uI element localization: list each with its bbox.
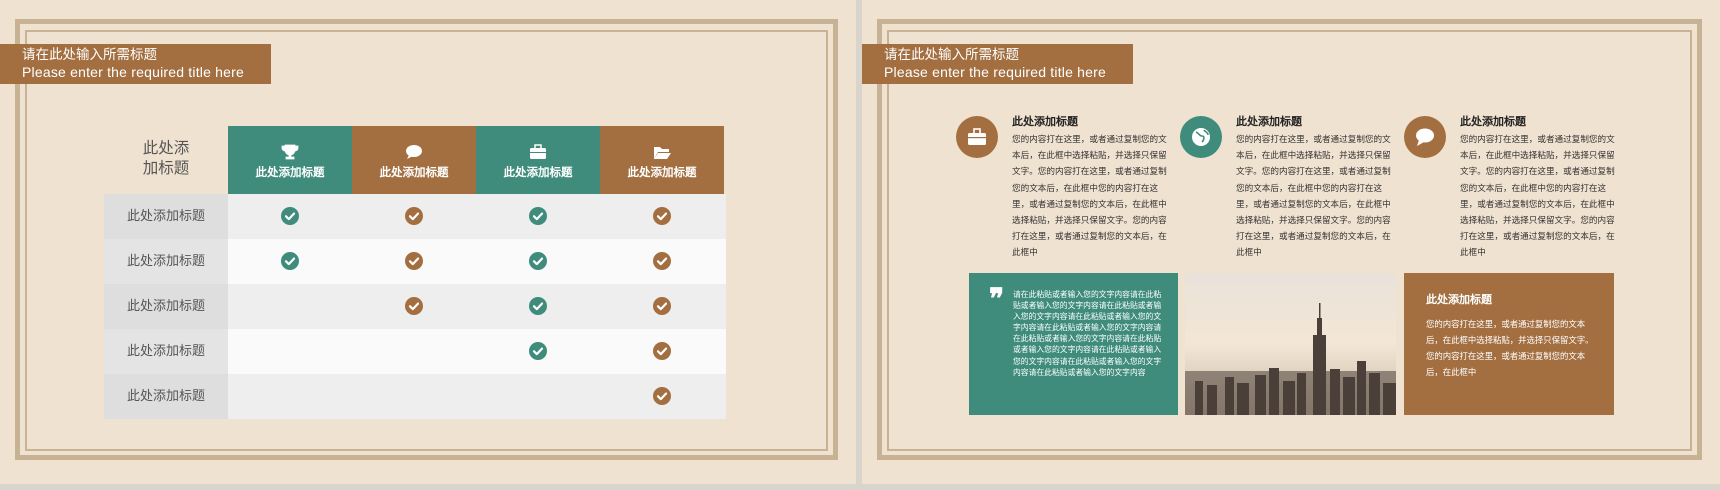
row-cells — [228, 239, 726, 284]
row-label: 此处添加标题 — [104, 374, 228, 419]
info-box: 此处添加标题 您的内容打在这里，或者通过复制您的文本后，在此框中选择粘贴，并选择… — [1404, 273, 1614, 415]
column-header-label: 此处添加标题 — [379, 165, 449, 179]
row-label: 此处添加标题 — [104, 284, 228, 329]
column-header-label: 此处添加标题 — [627, 165, 697, 179]
check-icon — [653, 387, 671, 405]
table-row: 此处添加标题 — [104, 374, 726, 419]
title-band[interactable]: 请在此处输入所需标题 Please enter the required tit… — [862, 44, 1133, 84]
title-cn: 请在此处输入所需标题 — [22, 47, 157, 63]
city-skyline-image — [1185, 273, 1396, 415]
row-cells — [228, 284, 726, 329]
check-icon — [653, 297, 671, 315]
table-corner-label: 此处添 加标题 — [142, 139, 190, 177]
title-en: Please enter the required title here — [884, 64, 1106, 80]
column-header-label: 此处添加标题 — [255, 165, 325, 179]
table-row: 此处添加标题 — [104, 239, 726, 284]
column-header-2: 此处添加标题 — [352, 126, 476, 194]
check-icon — [529, 252, 547, 270]
slide-left: 请在此处输入所需标题 Please enter the required tit… — [0, 0, 856, 484]
feature-title: 此处添加标题 — [1460, 115, 1526, 128]
globe-icon — [1192, 128, 1210, 146]
quote-text: 请在此粘贴或者输入您的文字内容请在此粘贴或者输入您的文字内容请在此粘贴或者输入您… — [1013, 290, 1162, 377]
title-band[interactable]: 请在此处输入所需标题 Please enter the required tit… — [0, 44, 271, 84]
check-icon — [653, 207, 671, 225]
feature-title: 此处添加标题 — [1012, 115, 1078, 128]
check-icon — [653, 252, 671, 270]
table-row: 此处添加标题 — [104, 284, 726, 329]
quote-icon: ❞ — [989, 282, 1005, 315]
briefcase-icon — [530, 144, 546, 159]
quote-box: ❞ 请在此粘贴或者输入您的文字内容请在此粘贴或者输入您的文字内容请在此粘贴或者输… — [969, 273, 1178, 415]
check-icon — [529, 207, 547, 225]
folder-open-icon — [654, 147, 671, 159]
row-label: 此处添加标题 — [104, 239, 228, 284]
check-icon — [653, 342, 671, 360]
table-row: 此处添加标题 — [104, 329, 726, 374]
check-icon — [281, 252, 299, 270]
row-cells — [228, 329, 726, 374]
city-skyline-photo — [1185, 273, 1396, 415]
column-header-1: 此处添加标题 — [228, 126, 352, 194]
title-cn: 请在此处输入所需标题 — [884, 47, 1019, 63]
row-label: 此处添加标题 — [104, 329, 228, 374]
row-cells — [228, 194, 726, 239]
column-header-label: 此处添加标题 — [503, 165, 573, 179]
table-row: 此处添加标题 — [104, 194, 726, 239]
feature-title: 此处添加标题 — [1236, 115, 1302, 128]
speech-bubble-icon — [1416, 128, 1434, 146]
feature-icon-circle — [1180, 116, 1222, 158]
feature-icon-circle — [1404, 116, 1446, 158]
info-box-text: 您的内容打在这里，或者通过复制您的文本后，在此框中选择粘贴，并选择只保留文字。您… — [1426, 319, 1594, 377]
check-icon — [405, 207, 423, 225]
check-icon — [529, 342, 547, 360]
check-icon — [405, 297, 423, 315]
info-box-title: 此处添加标题 — [1426, 293, 1492, 306]
trophy-icon — [281, 144, 299, 160]
column-header-3: 此处添加标题 — [476, 126, 600, 194]
feature-text: 您的内容打在这里，或者通过复制您的文本后，在此框中选择粘贴，并选择只保留文字。您… — [1236, 135, 1391, 259]
check-icon — [281, 207, 299, 225]
feature-text: 您的内容打在这里，或者通过复制您的文本后，在此框中选择粘贴，并选择只保留文字。您… — [1012, 135, 1167, 259]
check-icon — [529, 297, 547, 315]
column-header-4: 此处添加标题 — [600, 126, 724, 194]
feature-text: 您的内容打在这里，或者通过复制您的文本后，在此框中选择粘贴，并选择只保留文字。您… — [1460, 135, 1615, 259]
speech-bubble-icon — [406, 145, 422, 159]
row-label: 此处添加标题 — [104, 194, 228, 239]
title-en: Please enter the required title here — [22, 64, 244, 80]
briefcase-icon — [968, 128, 986, 145]
check-icon — [405, 252, 423, 270]
row-cells — [228, 374, 726, 419]
feature-icon-circle — [956, 116, 998, 158]
